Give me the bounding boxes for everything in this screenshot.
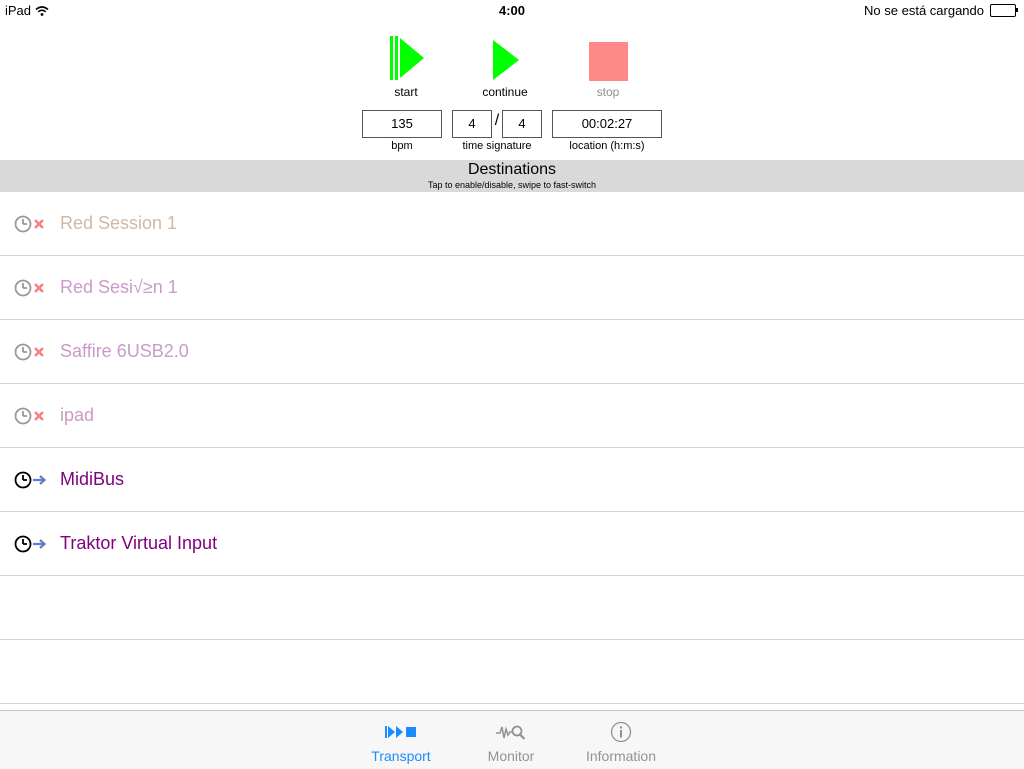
destination-row[interactable]: Red Sesi√≥n 1 xyxy=(0,256,1024,320)
start-label: start xyxy=(394,85,418,99)
destination-row[interactable]: Red Session 1 xyxy=(0,192,1024,256)
clock-x-icon xyxy=(14,407,44,425)
tab-monitor-label: Monitor xyxy=(487,748,535,764)
destination-row[interactable]: Saffire 6USB2.0 xyxy=(0,320,1024,384)
time-signature-slash: / xyxy=(494,112,500,129)
status-right: No se está cargando xyxy=(864,3,1018,18)
destinations-list: Red Session 1 Red Sesi√≥n 1 Saffire 6USB2.… xyxy=(0,192,1024,704)
stop-button[interactable]: stop xyxy=(580,42,636,99)
empty-row xyxy=(0,640,1024,704)
bpm-field[interactable]: 135 xyxy=(362,110,442,138)
destination-row[interactable]: ipad xyxy=(0,384,1024,448)
clock-x-icon xyxy=(14,215,44,233)
battery-icon xyxy=(990,4,1018,17)
tab-transport-label: Transport xyxy=(371,748,431,764)
destination-name: Saffire 6USB2.0 xyxy=(60,341,189,361)
destination-name: Red Session 1 xyxy=(60,213,178,233)
stop-icon xyxy=(588,42,628,81)
tab-monitor[interactable]: Monitor xyxy=(466,721,556,764)
tab-information-label: Information xyxy=(585,748,657,764)
clock-x-icon xyxy=(14,279,44,297)
destination-status-icons xyxy=(14,406,48,426)
tab-transport[interactable]: Transport xyxy=(356,721,446,764)
clock-arrow-icon xyxy=(14,535,47,553)
destination-status-icons xyxy=(14,214,48,234)
time-signature-numerator-field[interactable]: 4 xyxy=(452,110,492,138)
bpm-label: bpm xyxy=(391,140,413,152)
start-icon xyxy=(390,36,424,80)
info-icon xyxy=(610,721,632,743)
destination-name: MidiBus xyxy=(60,469,125,489)
destinations-subtitle: Tap to enable/disable, swipe to fast-swi… xyxy=(427,180,597,190)
tab-bar: Transport Monitor Information xyxy=(0,710,1024,769)
destination-row[interactable]: Traktor Virtual Input xyxy=(0,512,1024,576)
empty-row xyxy=(0,576,1024,640)
monitor-icon xyxy=(496,725,526,740)
clock-x-icon xyxy=(14,343,44,361)
destination-name: Traktor Virtual Input xyxy=(60,533,218,553)
destination-name: ipad xyxy=(60,405,95,425)
stop-label: stop xyxy=(596,85,620,99)
play-icon xyxy=(493,40,519,80)
time-signature-label: time signature xyxy=(462,140,532,152)
battery-status-text: No se está cargando xyxy=(864,3,984,18)
destination-status-icons xyxy=(14,278,48,298)
clock-arrow-icon xyxy=(14,471,47,489)
destination-status-icons xyxy=(14,342,48,362)
continue-label: continue xyxy=(482,85,528,99)
destinations-title: Destinations xyxy=(467,161,557,178)
destination-row[interactable]: MidiBus xyxy=(0,448,1024,512)
destination-status-icons xyxy=(14,534,48,554)
destination-name: Red Sesi√≥n 1 xyxy=(60,277,178,297)
destination-status-icons xyxy=(14,470,48,490)
destinations-header: Destinations Tap to enable/disable, swip… xyxy=(0,160,1024,192)
time-signature-denominator-field[interactable]: 4 xyxy=(502,110,542,138)
status-bar: iPad 4:00 No se está cargando xyxy=(0,0,1024,22)
continue-button[interactable]: continue xyxy=(474,36,536,99)
tab-information[interactable]: Information xyxy=(576,721,666,764)
location-field[interactable]: 00:02:27 xyxy=(552,110,662,138)
start-button[interactable]: start xyxy=(380,36,432,99)
transport-icon xyxy=(385,726,416,738)
location-label: location (h:m:s) xyxy=(569,140,645,152)
